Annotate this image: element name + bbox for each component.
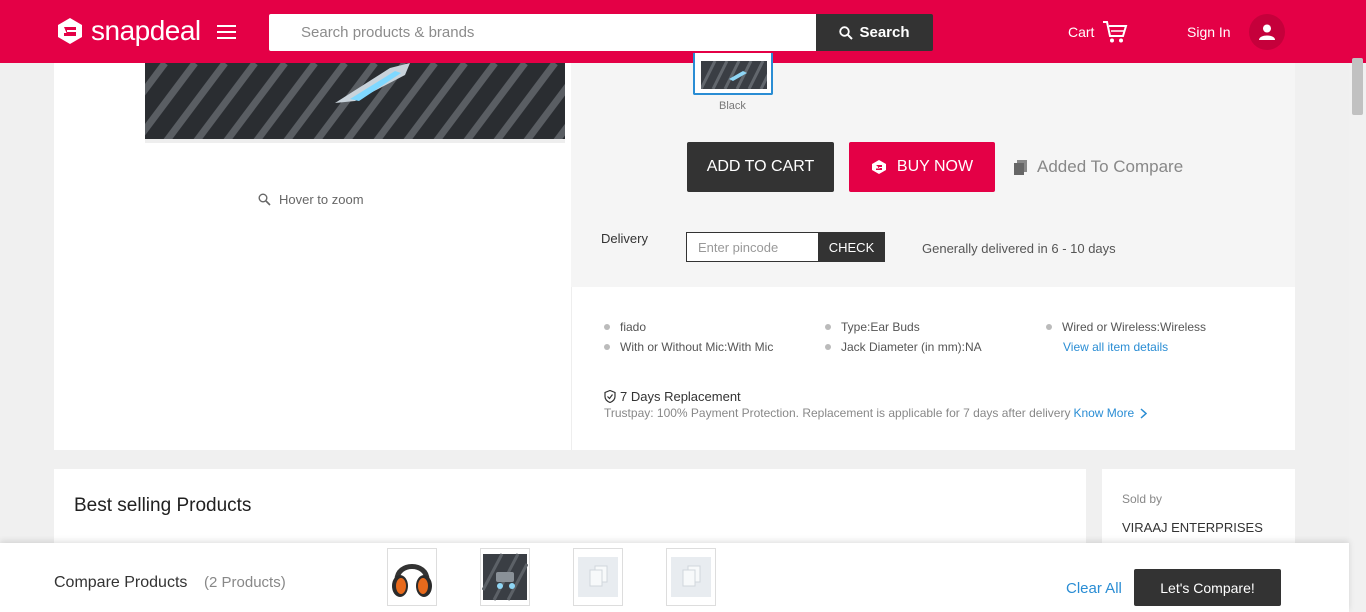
sold-by-label: Sold by — [1122, 492, 1163, 506]
pincode-input[interactable] — [686, 232, 819, 262]
compare-slot-empty[interactable] — [666, 548, 716, 606]
highlight-item: With or Without Mic:With Mic — [604, 340, 773, 354]
page-scrollbar[interactable] — [1349, 63, 1366, 612]
compare-icon — [1014, 159, 1027, 175]
delivery-label: Delivery — [601, 231, 648, 246]
zoom-icon — [258, 193, 271, 206]
user-icon — [1259, 24, 1275, 40]
cart-label: Cart — [1068, 24, 1095, 40]
replacement-title: 7 Days Replacement — [620, 389, 741, 404]
check-pincode-button[interactable]: CHECK — [818, 232, 885, 262]
sign-in-link[interactable]: Sign In — [1187, 24, 1231, 40]
compare-products-title: Compare Products — [54, 574, 188, 591]
best-selling-title: Best selling Products — [74, 495, 252, 516]
add-to-cart-button[interactable]: ADD TO CART — [687, 142, 834, 192]
user-avatar[interactable] — [1249, 14, 1285, 50]
buy-now-button[interactable]: BUY NOW — [849, 142, 995, 192]
hover-zoom-hint: Hover to zoom — [258, 192, 364, 207]
shield-check-icon — [604, 390, 616, 403]
delivery-estimate: Generally delivered in 6 - 10 days — [922, 241, 1116, 256]
compare-placeholder-icon — [671, 557, 711, 597]
highlight-item: Wired or Wireless:Wireless — [1046, 320, 1206, 334]
headphones-thumbnail — [389, 550, 435, 604]
search-button-label: Search — [859, 24, 910, 41]
replacement-policy: 7 Days Replacement — [604, 389, 741, 404]
earbuds-thumbnail — [482, 550, 528, 604]
seller-name[interactable]: VIRAAJ ENTERPRISES — [1122, 520, 1263, 535]
chevron-right-icon — [1140, 407, 1148, 419]
compare-placeholder-icon — [578, 557, 618, 597]
search-button[interactable]: Search — [816, 14, 933, 51]
menu-icon[interactable] — [217, 25, 236, 39]
cart-icon — [1103, 21, 1128, 43]
know-more-link[interactable]: Know More — [1073, 406, 1148, 420]
snapdeal-bag-icon — [871, 160, 886, 174]
search-input[interactable] — [269, 14, 817, 51]
search-icon — [839, 25, 854, 40]
logo-text: snapdeal — [91, 15, 201, 46]
trustpay-info: Trustpay: 100% Payment Protection. Repla… — [604, 406, 1148, 420]
color-option-label: Black — [719, 100, 746, 112]
trustpay-text: Trustpay: 100% Payment Protection. Repla… — [604, 406, 1071, 420]
highlight-item: Type:Ear Buds — [825, 320, 920, 334]
seller-card — [1102, 469, 1295, 549]
lets-compare-button[interactable]: Let's Compare! — [1134, 569, 1281, 606]
compare-slot-earbuds[interactable] — [480, 548, 530, 606]
scrollbar-thumb[interactable] — [1352, 58, 1363, 115]
product-image[interactable] — [145, 63, 565, 143]
highlight-item: fiado — [604, 320, 646, 334]
buy-now-label: BUY NOW — [896, 158, 974, 175]
compare-status-label: Added To Compare — [1037, 157, 1184, 176]
compare-slot-headphones[interactable] — [387, 548, 437, 606]
clear-all-link[interactable]: Clear All — [1066, 580, 1122, 597]
compare-slot-empty[interactable] — [573, 548, 623, 606]
view-all-details-link[interactable]: View all item details — [1063, 340, 1168, 354]
added-to-compare[interactable]: Added To Compare — [1014, 157, 1183, 177]
highlight-item: Jack Diameter (in mm):NA — [825, 340, 982, 354]
color-swatch-black[interactable] — [693, 53, 773, 95]
cart-link[interactable]: Cart — [1068, 20, 1128, 44]
compare-products-count: (2 Products) — [204, 574, 286, 591]
snapdeal-logo-icon — [58, 18, 82, 44]
hover-zoom-label: Hover to zoom — [279, 192, 364, 207]
product-highlights — [571, 287, 1295, 450]
snapdeal-logo[interactable]: snapdeal — [55, 16, 201, 46]
